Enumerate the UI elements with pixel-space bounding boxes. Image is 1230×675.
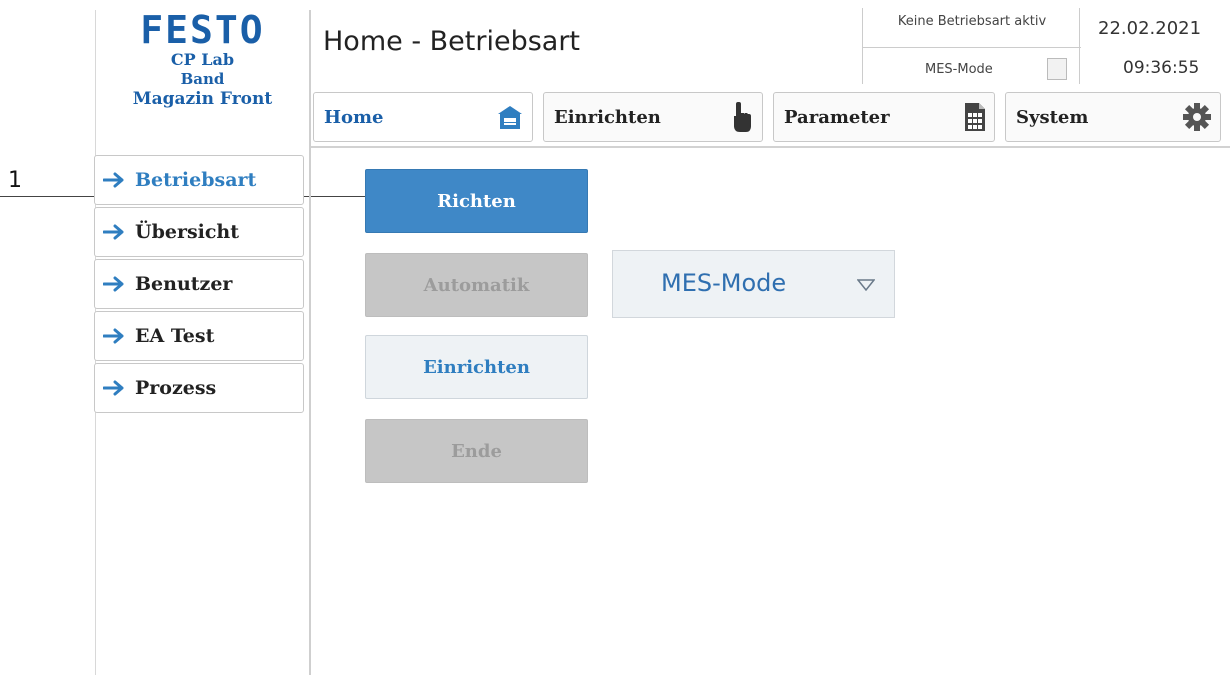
topnav-underline bbox=[311, 146, 1230, 148]
arrow-right-icon bbox=[103, 274, 129, 294]
gear-icon bbox=[1182, 102, 1212, 132]
arrow-right-icon bbox=[103, 326, 129, 346]
station-name-line2: Band bbox=[180, 70, 225, 88]
mes-mode-label: MES-Mode bbox=[925, 62, 993, 77]
status-panel: Keine Betriebsart aktiv MES-Mode bbox=[862, 8, 1081, 84]
tab-parameter[interactable]: Parameter bbox=[773, 92, 995, 142]
sidebar-item-label: Übersicht bbox=[135, 221, 240, 243]
page-title: Home - Betriebsart bbox=[323, 26, 581, 57]
triangle-down-icon bbox=[856, 276, 876, 295]
festo-logo: FESTO bbox=[140, 8, 265, 52]
sidebar-item-prozess[interactable]: Prozess bbox=[94, 363, 304, 413]
sidebar-item-uebersicht[interactable]: Übersicht bbox=[94, 207, 304, 257]
status-divider bbox=[863, 47, 1081, 48]
tab-parameter-label: Parameter bbox=[784, 106, 890, 128]
arrow-right-icon bbox=[103, 378, 129, 398]
house-icon bbox=[496, 104, 524, 130]
mode-dropdown-value: MES-Mode bbox=[661, 269, 787, 297]
arrow-right-icon bbox=[103, 170, 129, 190]
top-navigation: Home Einrichten Parameter System bbox=[311, 92, 1230, 150]
tab-einrichten-label: Einrichten bbox=[554, 106, 661, 128]
automatik-button[interactable]: Automatik bbox=[365, 253, 588, 317]
tab-system-label: System bbox=[1016, 106, 1089, 128]
document-grid-icon bbox=[964, 102, 986, 132]
arrow-right-icon bbox=[103, 222, 129, 242]
richten-button[interactable]: Richten bbox=[365, 169, 588, 233]
sidebar-item-label: Betriebsart bbox=[135, 169, 257, 191]
tab-einrichten[interactable]: Einrichten bbox=[543, 92, 763, 142]
station-name-line1: CP Lab bbox=[170, 50, 235, 69]
tab-home-label: Home bbox=[324, 106, 384, 128]
sidebar-item-label: Prozess bbox=[135, 377, 217, 399]
operating-mode-status: Keine Betriebsart aktiv bbox=[897, 14, 1047, 29]
station-name-line3: Magazin Front bbox=[132, 89, 273, 109]
mode-dropdown[interactable]: MES-Mode bbox=[612, 250, 895, 318]
date-display: 22.02.2021 bbox=[1098, 18, 1202, 39]
sidebar-item-benutzer[interactable]: Benutzer bbox=[94, 259, 304, 309]
ende-button[interactable]: Ende bbox=[365, 419, 588, 483]
sidebar-item-label: Benutzer bbox=[135, 273, 233, 295]
sidebar-item-betriebsart[interactable]: Betriebsart bbox=[94, 155, 304, 205]
callout-number: 1 bbox=[8, 168, 22, 193]
mes-mode-checkbox[interactable] bbox=[1047, 58, 1067, 80]
tab-home[interactable]: Home bbox=[313, 92, 533, 142]
sidebar-item-ea-test[interactable]: EA Test bbox=[94, 311, 304, 361]
einrichten-button[interactable]: Einrichten bbox=[365, 335, 588, 399]
tab-system[interactable]: System bbox=[1005, 92, 1221, 142]
hand-pointer-icon bbox=[728, 100, 754, 134]
logo-block: FESTO CP Lab Band Magazin Front bbox=[100, 10, 305, 110]
time-display: 09:36:55 bbox=[1123, 58, 1200, 78]
sidebar-item-label: EA Test bbox=[135, 325, 215, 347]
